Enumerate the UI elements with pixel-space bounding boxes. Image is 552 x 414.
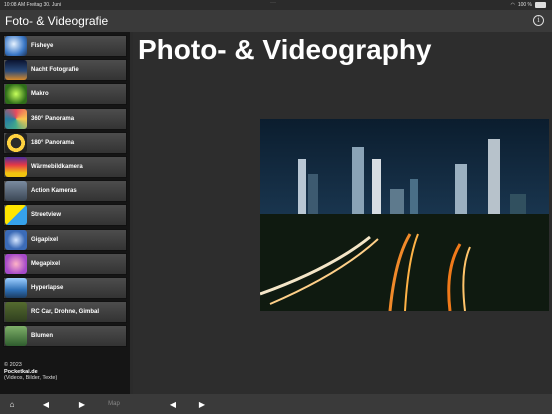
page-back-icon[interactable]: ◀ <box>167 398 179 410</box>
wifi-icon: ◠ <box>510 2 515 8</box>
sidebar-item-label: 180° Panorama <box>31 139 75 146</box>
page-forward-icon[interactable]: ▶ <box>196 398 208 410</box>
sidebar-item[interactable]: Gigapixel <box>3 228 127 251</box>
sidebar-item[interactable]: Megapixel <box>3 252 127 275</box>
battery-text: 100 % <box>517 2 532 8</box>
main-content: Photo- & Videography <box>133 32 552 394</box>
sidebar-footer: © 2023 Pocketkai.de (Videos, Bilder, Tex… <box>4 362 57 382</box>
city-night-photo <box>260 119 549 311</box>
night-photo-thumb-icon <box>5 60 27 81</box>
sidebar-list: Fisheye Nacht Fotografie Makro 360° Panoram… <box>3 35 127 349</box>
sidebar-item[interactable]: Makro <box>3 83 127 106</box>
battery-icon <box>535 2 546 8</box>
sidebar-item-label: 360° Panorama <box>31 115 75 122</box>
sidebar-item[interactable]: Fisheye <box>3 35 127 57</box>
sidebar-item-label: Fisheye <box>31 43 54 49</box>
bottom-toolbar: ⌂ ◀ ▶ Map ◀ ▶ <box>0 394 552 414</box>
status-time: 10:08 AM Freitag 30. Juni <box>4 2 61 8</box>
sidebar-item[interactable]: Wärmebildkamera <box>3 155 127 178</box>
sidebar-item-label: Makro <box>31 91 49 98</box>
sidebar-item[interactable]: Hyperlapse <box>3 276 127 299</box>
sidebar-item[interactable]: Blumen <box>3 325 127 348</box>
sidebar-item-label: RC Car, Drohne, Gimbal <box>31 309 100 316</box>
rc-car-thumb-icon <box>5 302 27 323</box>
sidebar-item-label: Action Kameras <box>31 188 77 195</box>
sidebar-item-label: Gigapixel <box>31 236 59 243</box>
gigapixel-thumb-icon <box>5 229 27 250</box>
panorama-360-thumb-icon <box>5 108 27 129</box>
back-arrow-icon[interactable]: ◀ <box>40 398 52 410</box>
footer-note: (Videos, Bilder, Texte) <box>4 375 58 381</box>
sidebar-item-label: Nacht Fotografie <box>31 67 79 74</box>
sidebar-item-label: Wärmebildkamera <box>31 163 83 170</box>
megapixel-thumb-icon <box>5 253 27 274</box>
sidebar-item-label: Blumen <box>31 333 54 340</box>
fisheye-thumb-icon <box>5 36 27 56</box>
streetview-thumb-icon <box>5 205 27 226</box>
thermal-camera-thumb-icon <box>5 156 27 177</box>
sidebar-item-label: Hyperlapse <box>31 284 64 291</box>
panorama-180-thumb-icon <box>5 132 27 153</box>
app-title: Foto- & Videografie <box>5 14 109 28</box>
status-bar: 10:08 AM Freitag 30. Juni ··· ◠ 100 % <box>0 0 552 10</box>
sidebar-item[interactable]: RC Car, Drohne, Gimbal <box>3 301 127 324</box>
multitask-dots[interactable]: ··· <box>270 0 276 6</box>
status-right: ◠ 100 % <box>510 2 546 8</box>
sidebar-item[interactable]: 360° Panorama <box>3 107 127 130</box>
sidebar: Fisheye Nacht Fotografie Makro 360° Panoram… <box>0 32 130 394</box>
title-bar: Foto- & Videografie i <box>0 10 552 32</box>
sidebar-item[interactable]: Nacht Fotografie <box>3 59 127 82</box>
sidebar-item[interactable]: 180° Panorama <box>3 131 127 154</box>
map-button[interactable]: Map <box>104 398 124 410</box>
sidebar-item-label: Megapixel <box>31 260 61 267</box>
forward-arrow-icon[interactable]: ▶ <box>76 398 88 410</box>
macro-thumb-icon <box>5 84 27 105</box>
page-heading: Photo- & Videography <box>138 34 432 65</box>
sidebar-item[interactable]: Streetview <box>3 204 127 227</box>
sidebar-item-label: Streetview <box>31 212 62 219</box>
hyperlapse-thumb-icon <box>5 277 27 298</box>
flowers-thumb-icon <box>5 326 27 347</box>
action-camera-thumb-icon <box>5 181 27 202</box>
home-icon[interactable]: ⌂ <box>6 398 18 410</box>
info-icon[interactable]: i <box>533 15 544 26</box>
sidebar-item[interactable]: Action Kameras <box>3 180 127 203</box>
